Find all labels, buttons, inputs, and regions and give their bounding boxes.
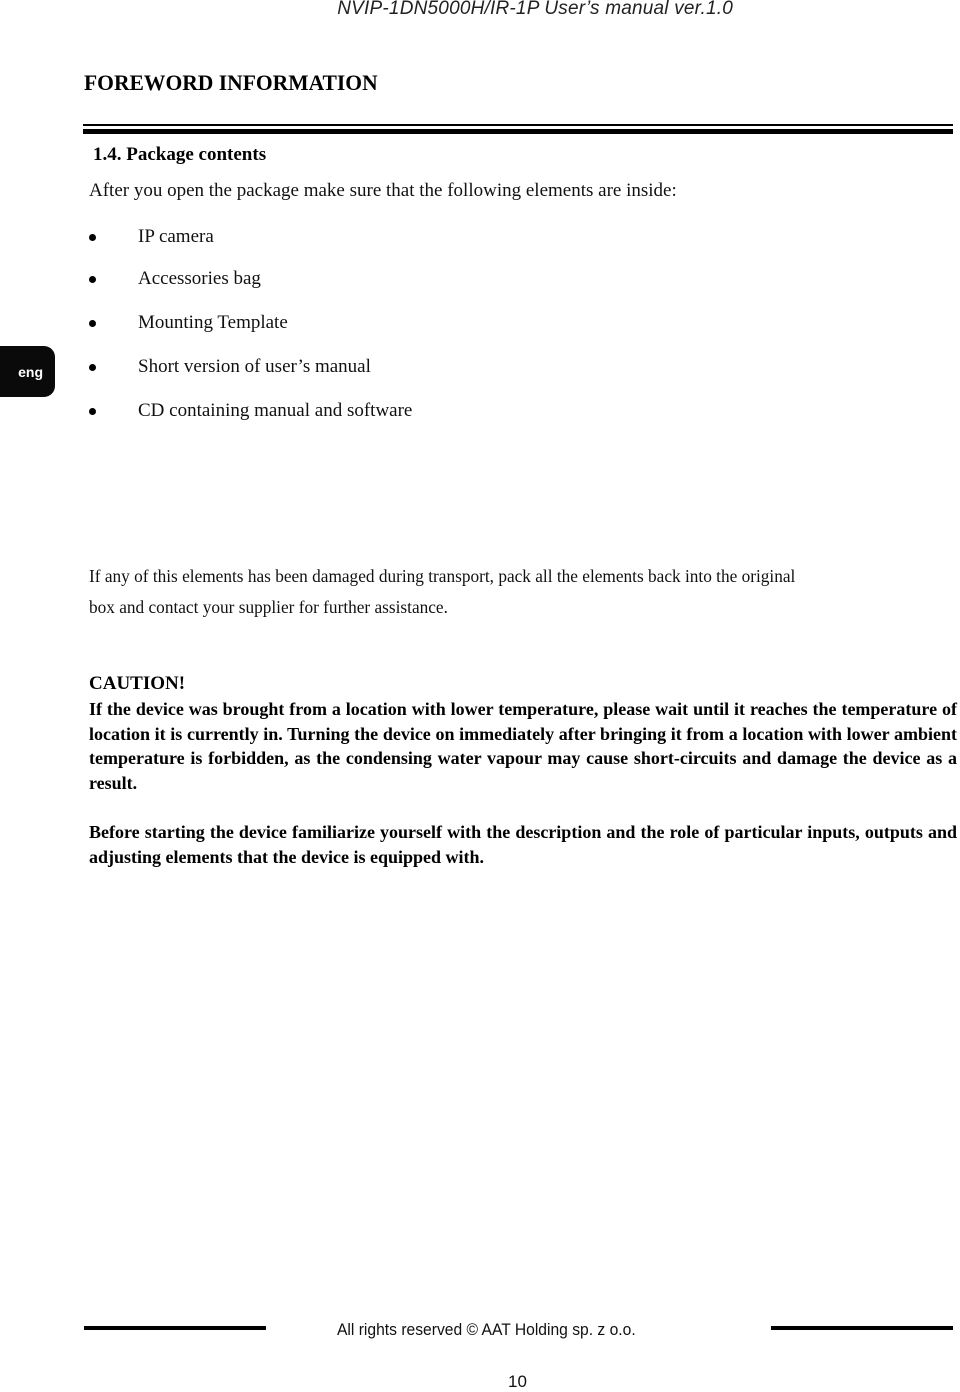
bullet-icon xyxy=(89,234,96,241)
damage-note: If any of this elements has been damaged… xyxy=(89,561,915,623)
footer-copyright: All rights reserved © AAT Holding sp. z … xyxy=(337,1320,636,1339)
header-divider-thick xyxy=(83,129,953,134)
list-item-label: Mounting Template xyxy=(138,312,288,333)
page-number: 10 xyxy=(508,1372,527,1391)
caution-title: CAUTION! xyxy=(89,673,186,694)
language-tab-label: eng xyxy=(18,363,43,380)
bullet-icon xyxy=(89,276,96,283)
footer-divider-right xyxy=(771,1326,953,1330)
list-item-label: IP camera xyxy=(138,226,214,247)
header-divider-thin xyxy=(83,124,953,126)
language-tab: eng xyxy=(0,346,55,397)
running-header: NVIP-1DN5000H/IR-1P User’s manual ver.1.… xyxy=(337,0,733,19)
bullet-icon xyxy=(89,364,96,371)
caution-body: If the device was brought from a locatio… xyxy=(89,699,957,793)
footer-divider-left xyxy=(84,1326,266,1330)
chapter-title: FOREWORD INFORMATION xyxy=(84,70,378,95)
list-item-label: CD containing manual and software xyxy=(138,400,413,421)
bullet-icon xyxy=(89,320,96,327)
bullet-icon xyxy=(89,408,96,415)
section-heading: 1.4. Package contents xyxy=(93,144,267,165)
list-item-label: Short version of user’s manual xyxy=(138,356,371,377)
damage-note-line: If any of this elements has been damaged… xyxy=(89,566,796,586)
before-starting-note: Before starting the device familiarize y… xyxy=(89,822,957,867)
damage-note-line: box and contact your supplier for furthe… xyxy=(89,597,448,617)
intro-text: After you open the package make sure tha… xyxy=(89,180,677,201)
list-item-label: Accessories bag xyxy=(138,268,261,289)
